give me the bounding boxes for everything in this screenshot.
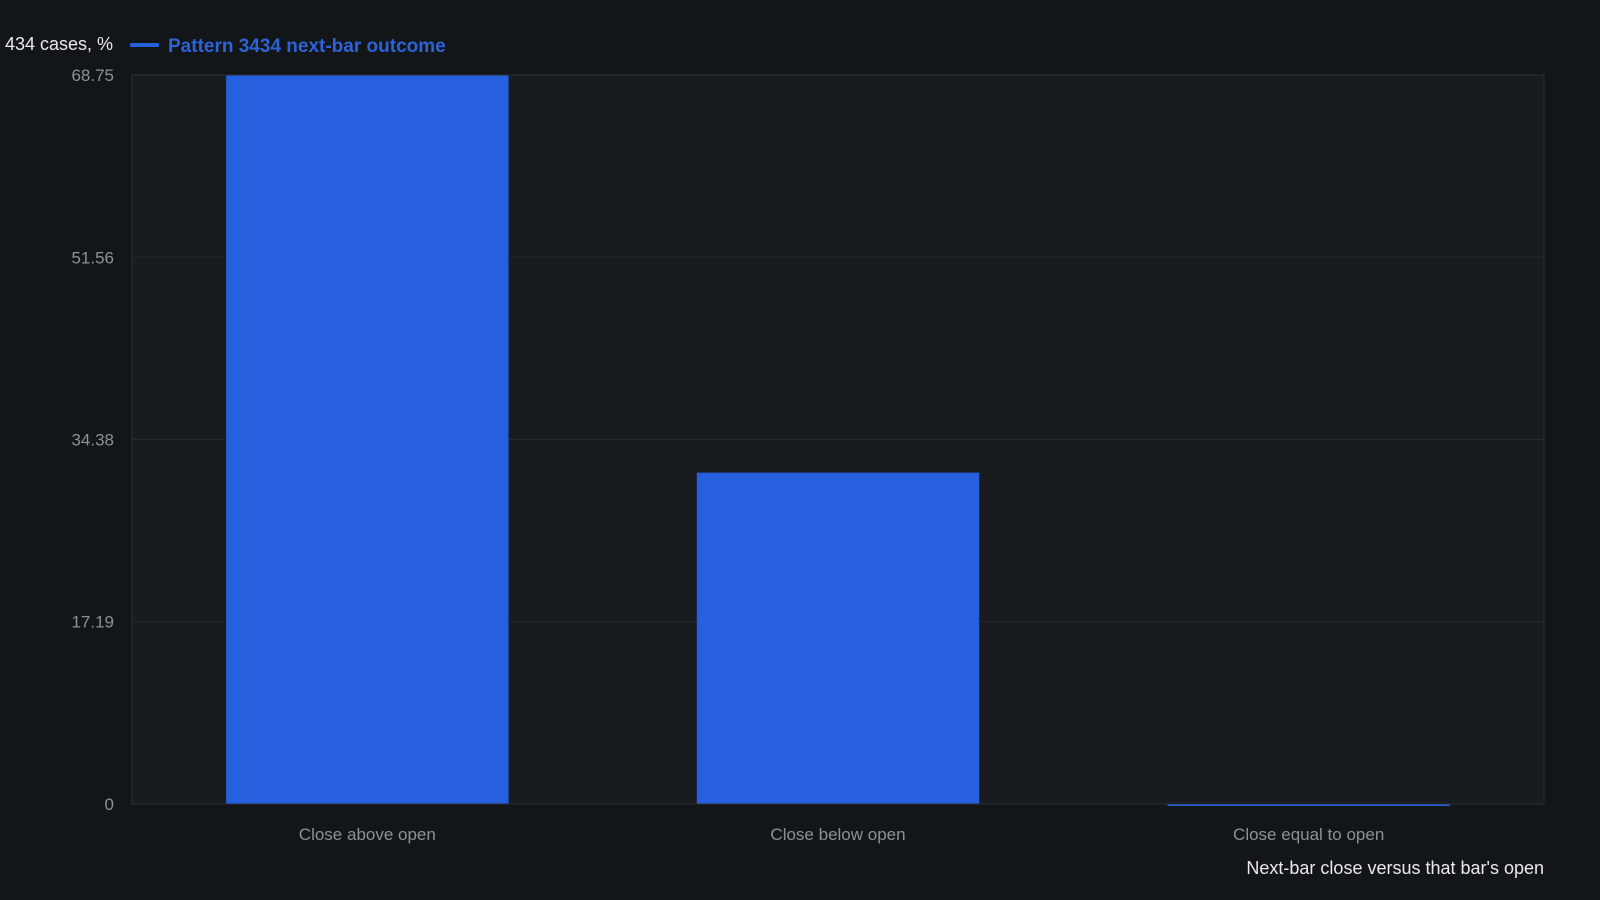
y-tick-label: 68.75 [71, 66, 114, 85]
y-tick-label: 0 [105, 795, 114, 814]
legend: Pattern 3434 next-bar outcome [130, 36, 446, 57]
bar-chart: 68.7551.5634.3817.190 Close above open Cl… [5, 34, 1545, 878]
x-axis-label: Next-bar close versus that bar's open [1246, 858, 1544, 878]
y-tick-label: 34.38 [71, 430, 114, 449]
y-tick-label: 51.56 [71, 248, 114, 267]
x-tick-label: Close above open [299, 825, 436, 844]
legend-label-pattern-3434: Pattern 3434 next-bar outcome [168, 36, 446, 57]
legend-swatch [130, 43, 159, 47]
y-axis-ticks: 68.75 51.56 34.38 17.19 0 [71, 66, 114, 814]
x-tick-label: Close below open [770, 825, 905, 844]
x-axis-ticks: Close above open Close below open Close eq… [299, 825, 1384, 844]
chart-container: 68.75 51.56 34.38 17.19 0 Close above open Cl… [0, 0, 1600, 900]
y-tick-label: 17.19 [71, 613, 114, 632]
x-tick-label: Close equal to open [1233, 825, 1384, 844]
bar-close-above-open [226, 75, 509, 804]
y-axis-label: 434 cases, % [5, 34, 113, 54]
bar-close-below-open [696, 472, 980, 804]
